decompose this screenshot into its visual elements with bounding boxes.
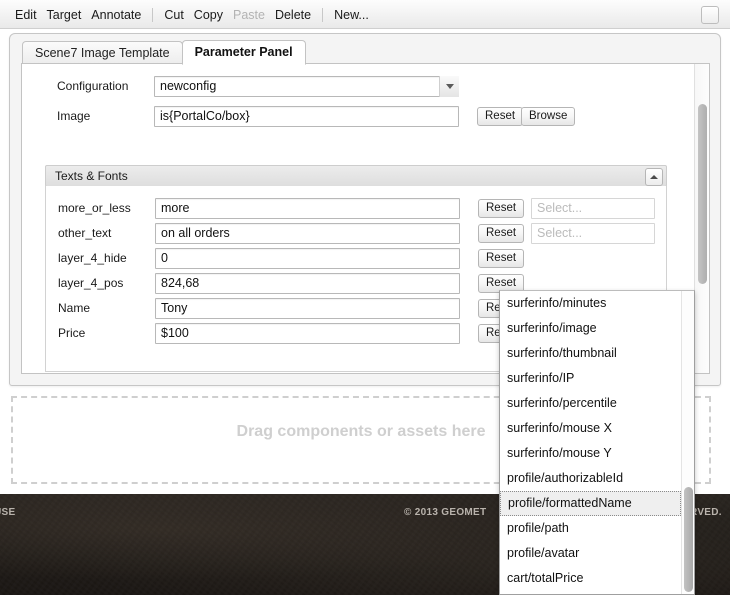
tab-scene7-image-template[interactable]: Scene7 Image Template	[22, 41, 183, 65]
list-item[interactable]: surferinfo/mouse X	[500, 416, 681, 441]
more-or-less-reset-button[interactable]: Reset	[478, 199, 525, 218]
list-item[interactable]: surferinfo/IP	[500, 366, 681, 391]
footer-copyright-text: © 2013 GEOMET	[404, 507, 487, 518]
label-other-text: other_text	[58, 226, 112, 240]
chevron-down-icon[interactable]	[439, 76, 459, 97]
menu-bar: Edit Target Annotate Cut Copy Paste Dele…	[0, 0, 730, 29]
other-text-reset-button[interactable]: Reset	[478, 224, 525, 243]
layer-4-hide-reset-button[interactable]: Reset	[478, 249, 525, 268]
menu-separator	[322, 7, 324, 22]
list-item[interactable]: profile/authorizableId	[500, 466, 681, 491]
form-row-more-or-less: more_or_less more Reset Select...	[46, 198, 666, 223]
panel-scrollbar[interactable]	[694, 64, 709, 373]
chevron-up-icon[interactable]	[645, 168, 663, 186]
list-item[interactable]: surferinfo/percentile	[500, 391, 681, 416]
menu-items: Edit Target Annotate Cut Copy Paste Dele…	[10, 0, 374, 29]
other-text-input[interactable]: on all orders	[155, 223, 460, 244]
image-input[interactable]: is{PortalCo/box}	[154, 106, 459, 127]
footer-terms-text: USE	[0, 507, 16, 518]
tab-parameter-panel[interactable]: Parameter Panel	[181, 40, 306, 65]
form-row-configuration: Configuration newconfig	[22, 76, 709, 101]
layer-4-pos-input[interactable]: 824,68	[155, 273, 460, 294]
dropdown-scrollbar-thumb[interactable]	[684, 487, 693, 592]
list-item[interactable]: cart/totalPrice	[500, 566, 681, 591]
menu-item-edit[interactable]: Edit	[10, 6, 42, 24]
menu-item-new[interactable]: New...	[329, 6, 374, 24]
layer-4-hide-input[interactable]: 0	[155, 248, 460, 269]
list-item[interactable]: campaign/campaigns	[500, 591, 681, 594]
menu-item-paste: Paste	[232, 7, 265, 22]
form-row-other-text: other_text on all orders Reset Select...	[46, 223, 666, 248]
configuration-combo-input[interactable]: newconfig	[154, 76, 459, 97]
menu-item-annotate[interactable]: Annotate	[86, 6, 146, 24]
other-text-select[interactable]: Select...	[531, 223, 655, 244]
list-item[interactable]: surferinfo/thumbnail	[500, 341, 681, 366]
list-item[interactable]: profile/avatar	[500, 541, 681, 566]
list-item[interactable]: profile/path	[500, 516, 681, 541]
more-or-less-input[interactable]: more	[155, 198, 460, 219]
sidekick-toggle-icon[interactable]	[701, 6, 719, 24]
menu-separator	[152, 7, 154, 22]
tab-strip: Scene7 Image Template Parameter Panel	[10, 34, 720, 65]
list-item[interactable]: surferinfo/minutes	[500, 291, 681, 316]
label-layer-4-pos: layer_4_pos	[58, 276, 124, 290]
more-or-less-select[interactable]: Select...	[531, 198, 655, 219]
dropdown-scrollbar[interactable]	[681, 291, 694, 594]
form-row-image: Image is{PortalCo/box} Reset Browse	[22, 106, 709, 131]
label-price: Price	[58, 326, 86, 340]
menu-item-copy[interactable]: Copy	[189, 6, 228, 24]
form-row-layer-4-hide: layer_4_hide 0 Reset	[46, 248, 666, 273]
section-title: Texts & Fonts	[55, 169, 128, 183]
panel-scrollbar-thumb[interactable]	[698, 104, 707, 284]
list-item[interactable]: surferinfo/mouse Y	[500, 441, 681, 466]
section-header-texts-and-fonts[interactable]: Texts & Fonts	[45, 165, 667, 187]
image-browse-button[interactable]: Browse	[521, 107, 576, 126]
suggestion-dropdown[interactable]: surferinfo/minutes surferinfo/image surf…	[499, 290, 695, 595]
label-more-or-less: more_or_less	[58, 201, 131, 215]
name-input[interactable]: Tony	[155, 298, 460, 319]
menu-item-delete[interactable]: Delete	[270, 6, 316, 24]
menu-item-cut[interactable]: Cut	[159, 6, 188, 24]
label-layer-4-hide: layer_4_hide	[58, 251, 127, 265]
menu-item-target[interactable]: Target	[42, 6, 87, 24]
label-image: Image	[57, 109, 91, 123]
suggestion-list: surferinfo/minutes surferinfo/image surf…	[500, 291, 681, 594]
label-name: Name	[58, 301, 91, 315]
list-item[interactable]: surferinfo/image	[500, 316, 681, 341]
list-item-selected[interactable]: profile/formattedName	[500, 491, 681, 516]
price-input[interactable]: $100	[155, 323, 460, 344]
label-configuration: Configuration	[57, 79, 129, 93]
image-reset-button[interactable]: Reset	[477, 107, 524, 126]
